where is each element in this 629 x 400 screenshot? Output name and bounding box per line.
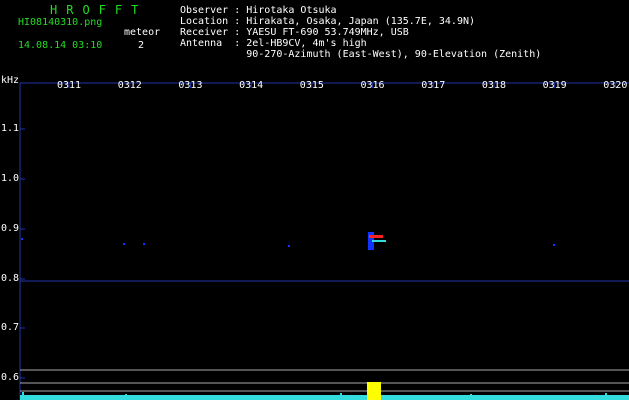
y-tick-label: 1.0: [1, 173, 20, 184]
noise-dot: [123, 243, 125, 245]
spectrum-spike: [470, 394, 472, 400]
y-tick-label: 0.7: [1, 322, 20, 333]
x-tick-label: 0318: [481, 80, 506, 91]
spectrum-spike: [125, 394, 127, 400]
spectrum-meteor-burst: [367, 382, 381, 400]
spectrum-spike: [340, 393, 342, 400]
x-tick-label: 0317: [421, 80, 446, 91]
x-tick-label: 0320: [603, 80, 628, 91]
y-tick-label: 0.6: [1, 372, 20, 383]
noise-dot: [21, 238, 23, 240]
spectrum-spike: [22, 392, 24, 400]
meteor-echo-tail: [372, 240, 386, 242]
y-tick-label: 0.8: [1, 273, 20, 284]
meteor-echo-head: [369, 235, 383, 238]
spectrum-spike: [605, 393, 607, 400]
y-tick-label: 0.9: [1, 223, 20, 234]
x-tick-label: 0313: [178, 80, 203, 91]
noise-dot: [143, 243, 145, 245]
x-tick-label: 0315: [299, 80, 324, 91]
noise-dot: [553, 244, 555, 246]
x-tick-label: 0314: [239, 80, 264, 91]
x-tick-label: 0319: [542, 80, 567, 91]
x-tick-label: 0312: [117, 80, 142, 91]
x-tick-label: 0316: [360, 80, 385, 91]
x-tick-label: 0311: [57, 80, 82, 91]
spectrogram: [19, 82, 629, 400]
y-tick-label: 1.1: [1, 123, 20, 134]
noise-dot: [288, 245, 290, 247]
spectrum-baseline: [20, 395, 629, 400]
